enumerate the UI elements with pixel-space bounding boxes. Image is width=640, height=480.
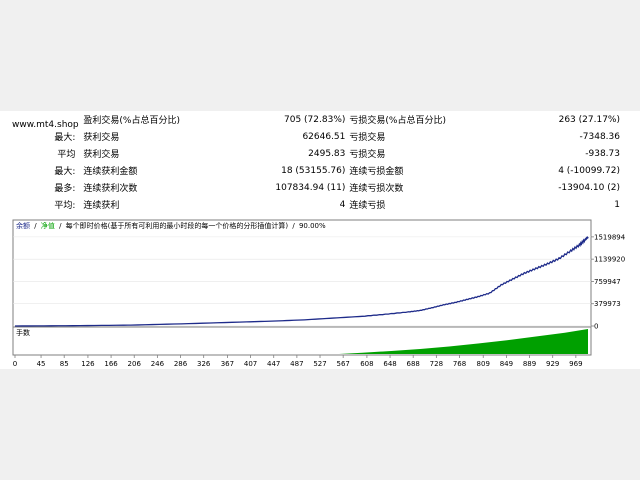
x-tick-label: 688 <box>407 360 420 368</box>
legend: 余额 / 净值 / 每个即时价格(基于所有可利用的最小时段的每一个价格的分形插值… <box>16 221 326 230</box>
stat-value: 18 (53155.76) <box>281 165 346 176</box>
stat-value: -7348.36 <box>579 131 620 142</box>
stats-row: 最大: 获利交易 62646.51 亏损交易 -7348.36 <box>0 128 640 145</box>
x-tick-label: 728 <box>430 360 443 368</box>
y-axis-labels: 0 379973 759947 1139920 1519894 <box>594 233 626 330</box>
stat-name: 连续亏损金额 <box>349 167 404 177</box>
x-tick-label: 809 <box>477 360 490 368</box>
main-plot-frame <box>12 219 592 328</box>
x-tick-label: 768 <box>453 360 466 368</box>
stat-name: 盈利交易(%占总百分比) <box>83 116 180 126</box>
y-tick-label: 1519894 <box>594 233 626 241</box>
legend-separator: / <box>292 222 295 230</box>
balance-chart: 0 379973 759947 1139920 1519894 0 45 85 126 166 2… <box>0 219 640 369</box>
x-tick-label: 567 <box>336 360 349 368</box>
x-tick-label: 286 <box>174 360 188 368</box>
stat-name: 亏损交易 <box>349 150 386 160</box>
x-tick-label: 367 <box>221 360 234 368</box>
stat-name: 连续获利 <box>83 201 120 211</box>
stats-row: 平均: 连续获利 4 连续亏损 1 <box>0 196 640 213</box>
x-tick-label: 849 <box>500 360 513 368</box>
watermark: www.mt4.shop <box>12 120 79 130</box>
stats-row: 平均 获利交易 2495.83 亏损交易 -938.73 <box>0 145 640 162</box>
legend-balance: 余额 <box>16 221 30 230</box>
stat-value: -938.73 <box>585 148 620 159</box>
stats-row: 最多: 连续获利次数 107834.94 (11) 连续亏损次数 -13904.10 (… <box>0 179 640 196</box>
x-tick-label: 326 <box>197 360 211 368</box>
y-tick-label: 1139920 <box>594 256 625 264</box>
y-tick-label: 759947 <box>594 278 621 286</box>
stat-value: -13904.10 (2) <box>558 182 620 193</box>
stat-label: 最大: <box>54 167 76 177</box>
stat-name: 获利交易 <box>83 150 120 160</box>
x-tick-label: 487 <box>290 360 303 368</box>
stat-value: 263 (27.17%) <box>558 114 620 125</box>
stat-value: 107834.94 (11) <box>275 182 346 193</box>
x-tick-label: 246 <box>151 360 165 368</box>
x-tick-label: 527 <box>313 360 326 368</box>
x-tick-label: 45 <box>37 360 46 368</box>
stat-value: 1 <box>614 199 620 210</box>
stat-label: 平均: <box>54 201 76 211</box>
legend-model: 每个即时价格(基于所有可利用的最小时段的每一个价格的分形插值计算) <box>66 221 289 230</box>
stat-name: 获利交易 <box>83 133 120 143</box>
x-axis-labels: 0 45 85 126 166 206 246 286 326 367 407 447 487 527 56… <box>13 360 583 368</box>
stat-label: 最大: <box>54 133 76 143</box>
x-tick-label: 608 <box>360 360 373 368</box>
stat-name: 连续获利金额 <box>83 167 138 177</box>
x-tick-label: 889 <box>523 360 536 368</box>
x-tick-label: 206 <box>128 360 142 368</box>
stat-label: 最多: <box>54 184 76 194</box>
stat-name: 连续亏损次数 <box>349 184 404 194</box>
stat-label: 平均 <box>57 150 76 160</box>
stats-table: 盈利交易(%占总百分比) 705 (72.83%) 亏损交易(%占总百分比) 263 … <box>0 111 640 213</box>
stats-row: 盈利交易(%占总百分比) 705 (72.83%) 亏损交易(%占总百分比) 263 … <box>0 111 640 128</box>
legend-separator: / <box>59 222 62 230</box>
x-tick-label: 929 <box>546 360 559 368</box>
stat-name: 连续获利次数 <box>83 184 138 194</box>
x-tick-label: 447 <box>267 360 280 368</box>
x-tick-label: 0 <box>13 360 17 368</box>
chart-svg: 0 379973 759947 1139920 1519894 0 45 85 126 166 2… <box>12 219 626 368</box>
y-tick-label: 379973 <box>594 300 621 308</box>
x-tick-label: 648 <box>383 360 396 368</box>
stat-value: 4 <box>339 199 346 210</box>
y-tick-label: 0 <box>594 323 598 331</box>
legend-quality: 90.00% <box>299 222 326 230</box>
stat-value: 705 (72.83%) <box>284 114 346 125</box>
legend-equity: 净值 <box>41 221 55 230</box>
x-tick-label: 126 <box>81 360 95 368</box>
report-panel: 盈利交易(%占总百分比) 705 (72.83%) 亏损交易(%占总百分比) 263 … <box>0 111 640 369</box>
stat-value: 62646.51 <box>302 131 346 142</box>
legend-separator: / <box>34 222 37 230</box>
stats-row: 最大: 连续获利金额 18 (53155.76) 连续亏损金额 4 (-10099.72… <box>0 162 640 179</box>
stat-value: 4 (-10099.72) <box>558 165 620 176</box>
stat-name: 连续亏损 <box>349 201 386 211</box>
x-tick-label: 85 <box>60 360 69 368</box>
x-tick-label: 969 <box>569 360 582 368</box>
lot-label: 手数 <box>16 328 30 337</box>
x-tick-label: 407 <box>244 360 257 368</box>
x-tick-label: 166 <box>104 360 118 368</box>
stat-name: 亏损交易 <box>349 133 386 143</box>
stat-name: 亏损交易(%占总百分比) <box>349 116 446 126</box>
stat-value: 2495.83 <box>308 148 346 159</box>
